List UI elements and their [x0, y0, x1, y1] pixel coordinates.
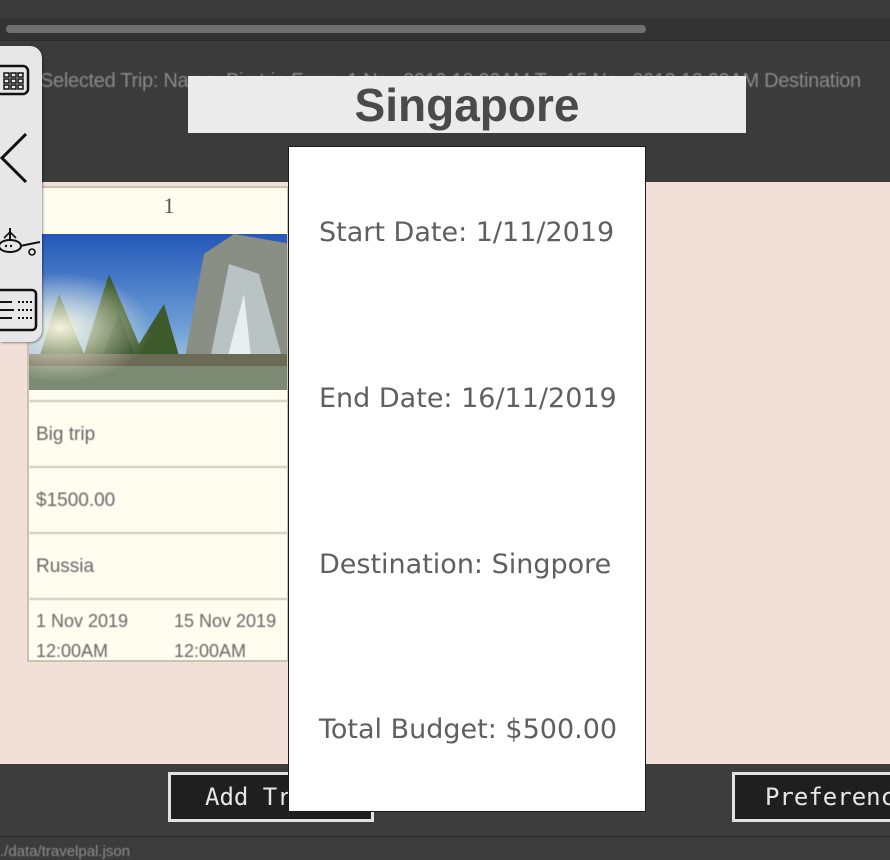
trip-destination: Russia: [29, 532, 287, 596]
popup-end-date: End Date: 16/11/2019: [319, 383, 617, 414]
scrollbar-thumb[interactable]: [6, 25, 646, 33]
horizontal-scrollbar[interactable]: [0, 18, 890, 41]
popup-destination: Destination: Singpore: [319, 549, 612, 580]
popup-title: Singapore: [188, 76, 746, 133]
trip-end-date: 15 Nov 2019: [174, 611, 277, 631]
back-arrow-icon[interactable]: [0, 130, 40, 186]
airplane-icon[interactable]: [0, 214, 40, 270]
sidebar: [0, 46, 42, 342]
trip-start-date: 1 Nov 2019: [36, 611, 129, 631]
trip-index: 1: [163, 193, 175, 218]
popup-total-budget: Total Budget: $500.00: [319, 714, 618, 745]
trip-name: Big trip: [29, 400, 287, 464]
trip-end-time: 12:00AM: [174, 641, 247, 661]
trip-end: 15 Nov 2019 12:00AM: [174, 606, 277, 661]
trip-dates: 1 Nov 2019 12:00AM 15 Nov 2019 12:00AM: [29, 598, 287, 661]
popup-start-date: Start Date: 1/11/2019: [319, 217, 615, 248]
trip-start-time: 12:00AM: [36, 641, 109, 661]
trip-card[interactable]: 1 Big trip $1500.00 Russia 1 Nov 2019 12: [27, 186, 289, 662]
status-footer: ./data/travelpal.json: [0, 836, 890, 860]
trip-photo: [29, 234, 287, 390]
trip-details-popup: Start Date: 1/11/2019 End Date: 16/11/20…: [288, 146, 646, 812]
trip-start: 1 Nov 2019 12:00AM: [36, 606, 129, 661]
data-file-path: ./data/travelpal.json: [0, 843, 131, 860]
calendar-icon[interactable]: [0, 54, 40, 110]
trip-budget: $1500.00: [29, 466, 287, 530]
itinerary-list-icon[interactable]: [0, 280, 40, 336]
preferences-button[interactable]: Preferences: [732, 772, 890, 822]
